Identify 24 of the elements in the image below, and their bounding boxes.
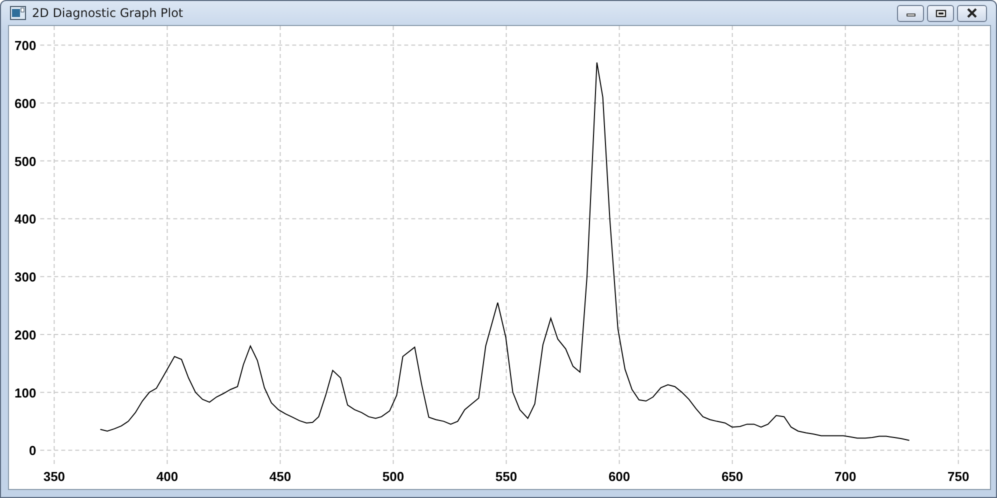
maximize-button[interactable] [927, 4, 954, 22]
x-tick-label: 750 [948, 469, 970, 484]
close-button[interactable] [957, 4, 987, 22]
x-tick-label: 450 [269, 469, 292, 484]
y-tick-label: 400 [14, 212, 36, 227]
x-tick-label: 600 [608, 469, 630, 484]
close-icon [966, 8, 978, 18]
y-tick-label: 700 [14, 38, 36, 54]
window-icon [10, 6, 26, 20]
x-tick-label: 350 [43, 469, 66, 484]
restore-icon [934, 8, 946, 18]
y-tick-label: 300 [14, 270, 36, 285]
y-tick-label: 500 [14, 154, 36, 169]
y-tick-label: 100 [14, 385, 36, 400]
x-tick-label: 500 [382, 469, 404, 484]
y-tick-label: 200 [14, 327, 36, 342]
x-tick-label: 700 [834, 469, 856, 484]
x-tick-label: 400 [156, 469, 178, 484]
window-title: 2D Diagnostic Graph Plot [32, 6, 184, 20]
minimize-button[interactable] [897, 4, 924, 22]
y-tick-label: 600 [14, 96, 36, 111]
x-tick-label: 650 [721, 469, 744, 484]
y-tick-label: 0 [28, 443, 36, 458]
x-tick-label: 550 [495, 469, 518, 484]
